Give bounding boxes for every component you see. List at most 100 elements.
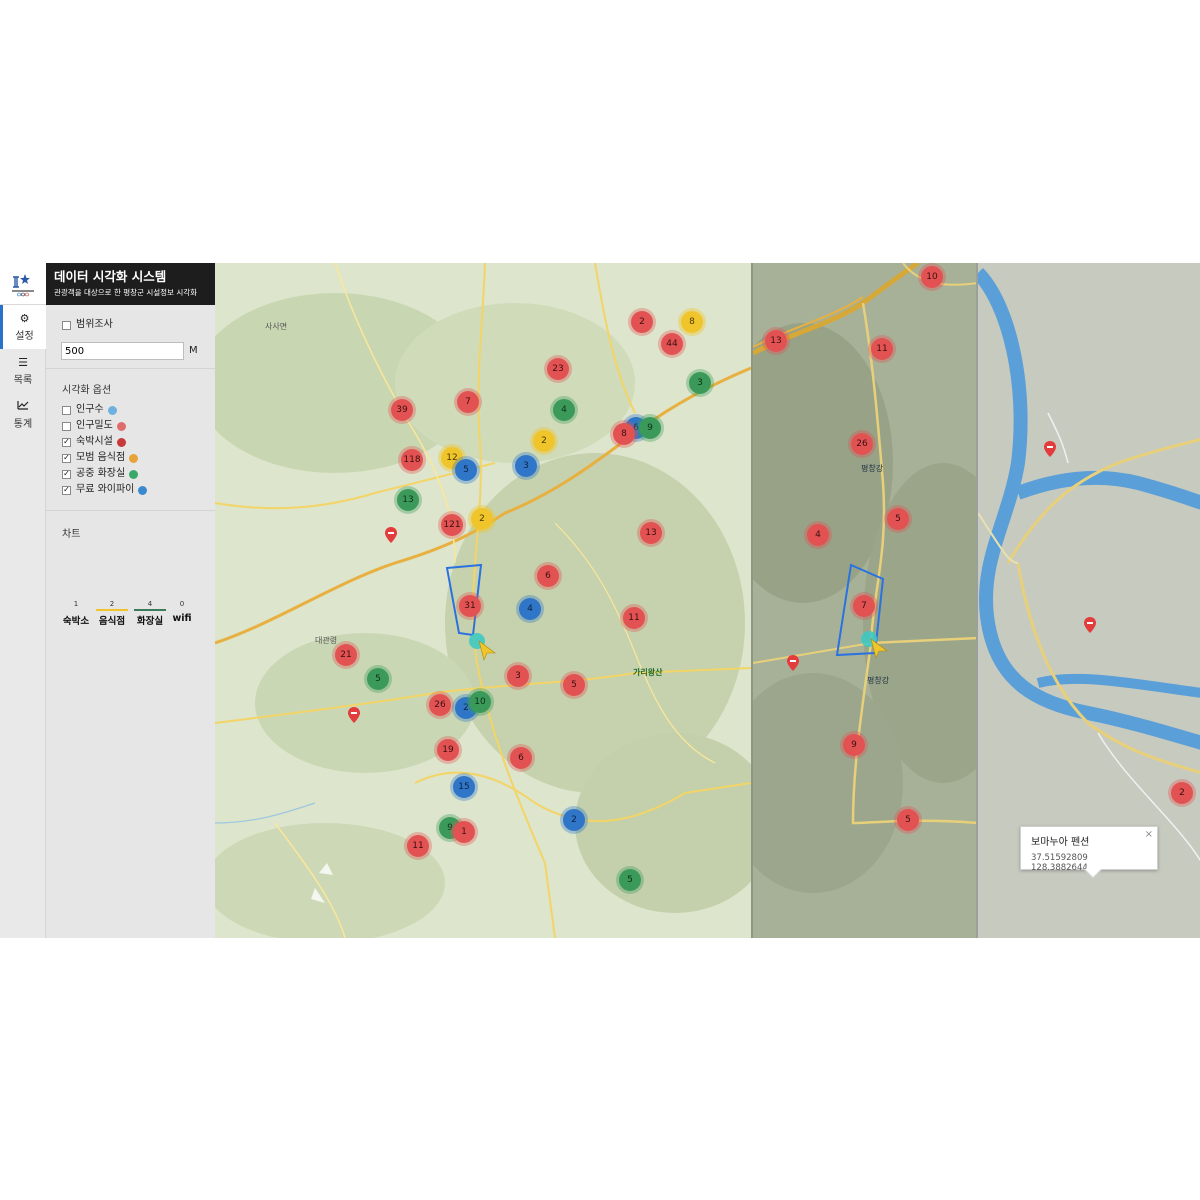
cluster-marker[interactable]: 23 [547,358,569,380]
cluster-marker[interactable]: 8 [681,311,703,333]
option-lodging-checkbox[interactable]: ✓ [62,437,71,447]
lodging-pin-icon[interactable] [385,527,397,543]
lodging-pin-icon[interactable] [787,655,799,671]
cluster-marker[interactable]: 11 [871,338,893,360]
cluster-marker[interactable]: 118 [401,449,423,471]
cluster-marker[interactable]: 11 [407,835,429,857]
option-lodging[interactable]: ✓ 숙박시설 [62,434,207,450]
app-title: 데이터 시각화 시스템 [54,269,167,284]
option-density-checkbox[interactable] [62,421,71,431]
lodging-pin-icon[interactable] [1084,617,1096,633]
cluster-marker[interactable]: 11 [623,607,645,629]
nav-settings-label: 설정 [15,331,34,342]
nav-list[interactable]: ☰ 목록 [0,349,46,393]
cluster-marker[interactable]: 15 [453,776,475,798]
cluster-marker[interactable]: 5 [619,869,641,891]
nav-list-label: 목록 [13,375,33,386]
cluster-marker[interactable]: 13 [640,522,662,544]
option-population-label: 인구수 [76,404,104,415]
option-population[interactable]: 인구수 [62,402,207,418]
cluster-marker[interactable]: 26 [851,433,873,455]
nav-settings[interactable]: ⚙ 설정 [0,305,46,349]
cluster-marker[interactable]: 2 [563,809,585,831]
cluster-marker[interactable]: 2 [471,508,493,530]
cluster-marker[interactable]: 5 [887,508,909,530]
chart-section: 차트 [46,511,215,554]
option-wifi-checkbox[interactable]: ✓ [62,485,71,495]
density-icon [116,421,126,431]
option-lodging-label: 숙박시설 [76,436,113,447]
cluster-marker[interactable]: 6 [537,565,559,587]
cluster-marker[interactable]: 1 [453,821,475,843]
cluster-marker[interactable]: 26 [429,694,451,716]
place-label-2: 대관령 [315,636,338,645]
cluster-marker[interactable]: 121 [441,514,463,536]
option-density[interactable]: 인구밀도 [62,418,207,434]
lodging-pin-icon[interactable] [348,707,360,723]
cluster-marker[interactable]: 13 [765,330,787,352]
chart-legend-lodging: 1 숙박소 [62,600,90,627]
range-survey-checkbox-row[interactable]: 범위조사 [62,317,207,333]
line-chart-icon [17,400,29,413]
place-label-1: 사사면 [265,322,288,331]
nav-stats[interactable]: 통계 [0,393,46,437]
toilet-icon [129,469,139,479]
close-icon[interactable]: × [1145,829,1153,840]
chart-legend-toilet-label: 화장실 [136,616,164,627]
range-survey-label: 범위조사 [76,319,113,330]
option-restaurant[interactable]: ✓ 모범 음식점 [62,450,207,466]
cluster-marker[interactable]: 5 [897,809,919,831]
chart-legend-restaurant: 2 음식점 [96,600,128,627]
chart-legend-lodging-bar [62,609,90,611]
chart-legend-wifi: 0 wifi [172,600,192,627]
cluster-marker[interactable]: 3 [515,455,537,477]
cluster-marker[interactable]: 19 [437,739,459,761]
cluster-marker[interactable]: 5 [455,459,477,481]
cluster-marker[interactable]: 6 [510,747,532,769]
cluster-marker[interactable]: 13 [397,489,419,511]
range-survey-checkbox[interactable] [62,320,71,330]
cluster-marker[interactable]: 2 [1171,782,1193,804]
cluster-marker[interactable]: 10 [469,691,491,713]
cluster-marker[interactable]: 4 [807,524,829,546]
cluster-marker[interactable]: 7 [853,595,875,617]
chart-title: 차트 [62,529,81,540]
option-wifi[interactable]: ✓ 무료 와이파이 [62,482,207,498]
cluster-marker[interactable]: 2 [631,311,653,333]
cluster-marker[interactable]: 5 [563,674,585,696]
chart-legend: 1 숙박소 2 음식점 4 화장실 0 wifi [62,600,198,627]
wifi-icon [138,485,148,495]
chart-legend-restaurant-label: 음식점 [98,616,126,627]
map-overview[interactable]: 가리왕산 사사면 대관령 2 8 44 23 3 39 7 4 2 6 9 8 … [215,263,751,938]
cluster-marker[interactable]: 21 [335,644,357,666]
option-toilet-checkbox[interactable]: ✓ [62,469,71,479]
chart-legend-toilet: 4 화장실 [134,600,166,627]
cluster-marker[interactable]: 9 [639,417,661,439]
cluster-marker[interactable]: 39 [391,399,413,421]
cluster-marker[interactable]: 4 [553,399,575,421]
cluster-marker[interactable]: 10 [921,266,943,288]
cluster-marker[interactable]: 5 [367,668,389,690]
cluster-marker[interactable]: 9 [843,734,865,756]
app-window: ⚙ 설정 ☰ 목록 통계 데이터 시각화 시스템 관광객을 대상으로 한 평창군… [0,263,1200,938]
lodging-pin-icon[interactable] [1044,441,1056,457]
option-population-checkbox[interactable] [62,405,71,415]
viz-options-section: 시각화 옵션 인구수 인구밀도 ✓ 숙박시설 ✓ 모범 음식점 ✓ 공중 화장실… [46,369,215,511]
cluster-marker[interactable]: 2 [533,430,555,452]
cluster-marker[interactable]: 31 [459,595,481,617]
radius-row: M [61,342,207,360]
map-zoomed[interactable]: 평창강 평창강 10 13 11 26 5 4 7 9 5 [751,263,976,938]
cluster-marker[interactable]: 44 [661,333,683,355]
cluster-marker[interactable]: 3 [689,372,711,394]
option-restaurant-checkbox[interactable]: ✓ [62,453,71,463]
cluster-marker[interactable]: 8 [613,423,635,445]
cluster-marker[interactable]: 3 [507,665,529,687]
cluster-marker[interactable]: 4 [519,598,541,620]
radius-input[interactable] [61,342,184,360]
globe-icon [107,405,117,415]
current-location-icon [469,633,496,661]
option-toilet[interactable]: ✓ 공중 화장실 [62,466,207,482]
river-label-2: 평창강 [867,676,890,685]
chart-legend-restaurant-bar [96,609,128,611]
cluster-marker[interactable]: 7 [457,391,479,413]
